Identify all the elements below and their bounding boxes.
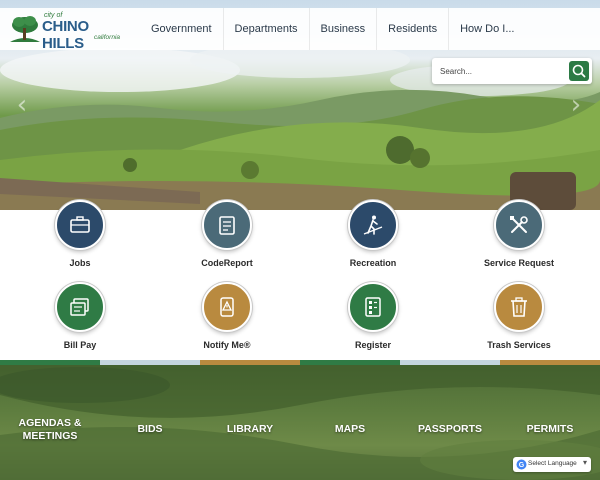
nav-business[interactable]: Business	[308, 8, 377, 50]
tools-icon	[510, 216, 528, 233]
codereport-circle	[202, 200, 252, 250]
google-translate-icon: G	[516, 459, 527, 470]
tile-label-recreation: Recreation	[349, 258, 397, 268]
tile-codereport[interactable]: CodeReport	[157, 200, 297, 280]
bill-pay-circle	[55, 282, 105, 332]
footer-link-permits[interactable]: PERMITS	[515, 423, 585, 436]
tile-label-register: Register	[354, 340, 391, 350]
hero-prev-arrow-icon[interactable]: ‹	[12, 92, 32, 118]
trash-can-icon	[511, 297, 527, 317]
tile-service-request[interactable]: Service Request	[449, 200, 589, 280]
language-selector[interactable]: G Select Language ▾	[513, 457, 591, 472]
tile-bill-pay[interactable]: Bill Pay	[10, 282, 150, 362]
tile-recreation[interactable]: Recreation	[303, 200, 443, 280]
logo-state-text: california	[94, 34, 121, 41]
notify-icon	[220, 297, 234, 317]
footer-quick-links: AGENDAS & MEETINGS BIDS LIBRARY MAPS PAS…	[0, 365, 600, 480]
footer-link-agendas-line1: AGENDAS &	[18, 417, 82, 429]
tile-label-bill-pay: Bill Pay	[63, 340, 97, 350]
search-icon	[572, 64, 586, 78]
footer-link-bids[interactable]: BIDS	[120, 423, 180, 436]
tile-label-jobs: Jobs	[69, 258, 91, 268]
site-header: city of CHINO HILLS california Governmen…	[0, 8, 600, 52]
tile-label-service-request: Service Request	[483, 258, 555, 268]
footer-link-agendas-line2: MEETINGS	[22, 430, 78, 442]
city-logo[interactable]: city of CHINO HILLS california	[8, 10, 126, 52]
footer-link-library[interactable]: LIBRARY	[215, 423, 285, 436]
chevron-down-icon: ▾	[582, 458, 587, 467]
hero-next-arrow-icon[interactable]: ›	[566, 92, 586, 118]
trash-services-circle	[494, 282, 544, 332]
clipboard-icon	[219, 216, 235, 235]
register-form-icon	[365, 297, 381, 317]
search-input[interactable]	[432, 58, 566, 84]
tile-trash-services[interactable]: Trash Services	[449, 282, 589, 362]
recreation-circle	[348, 200, 398, 250]
notify-me-circle	[202, 282, 252, 332]
search-box	[432, 58, 592, 84]
register-circle	[348, 282, 398, 332]
tile-jobs[interactable]: Jobs	[10, 200, 150, 280]
service-request-circle	[494, 200, 544, 250]
footer-link-maps[interactable]: MAPS	[320, 423, 380, 436]
footer-link-passports[interactable]: PASSPORTS	[410, 423, 490, 436]
briefcase-icon	[70, 216, 90, 233]
bill-icon	[70, 298, 89, 316]
nav-residents[interactable]: Residents	[376, 8, 448, 50]
tile-notify-me[interactable]: Notify Me®	[157, 282, 297, 362]
quick-icon-grid: Jobs CodeReport Recreation Service Reque…	[0, 198, 600, 358]
nav-departments[interactable]: Departments	[222, 8, 309, 50]
hiker-icon	[363, 215, 383, 235]
language-selector-label: Select Language	[528, 460, 577, 467]
search-button[interactable]	[569, 61, 589, 81]
tile-label-codereport: CodeReport	[201, 258, 253, 268]
tile-label-trash-services: Trash Services	[487, 340, 551, 350]
nav-government[interactable]: Government	[140, 8, 223, 50]
footer-hillside-image	[0, 365, 600, 480]
nav-how-do-i[interactable]: How Do I...	[448, 8, 525, 50]
tile-label-notify-me: Notify Me®	[203, 340, 251, 350]
tree-logo-icon	[10, 16, 40, 42]
footer-link-agendas-meetings[interactable]: AGENDAS & MEETINGS	[10, 417, 90, 443]
jobs-circle	[55, 200, 105, 250]
tile-register[interactable]: Register	[303, 282, 443, 362]
main-nav: Government Departments Business Resident…	[140, 8, 525, 50]
svg-text:G: G	[519, 462, 525, 469]
